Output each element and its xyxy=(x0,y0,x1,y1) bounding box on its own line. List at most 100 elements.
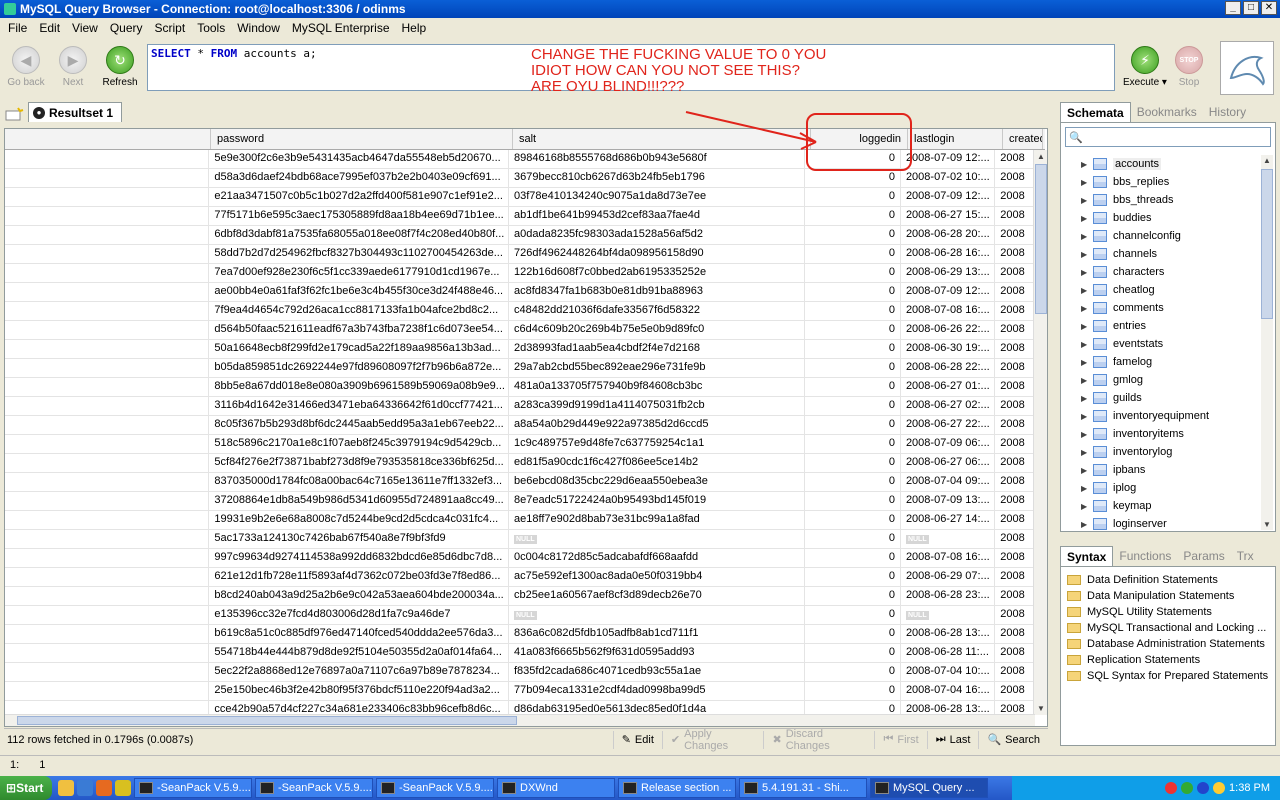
table-cell[interactable]: 2008 xyxy=(995,549,1036,567)
table-cell[interactable]: 2008 xyxy=(995,587,1036,605)
table-cell[interactable]: 0 xyxy=(805,378,901,396)
table-cell[interactable] xyxy=(5,625,210,643)
table-cell[interactable] xyxy=(5,435,210,453)
expand-arrow-icon[interactable]: ▶ xyxy=(1067,322,1087,331)
start-button[interactable]: ⊞ Start xyxy=(0,776,52,800)
table-cell[interactable]: 0 xyxy=(805,587,901,605)
next-button[interactable]: ▶ Next xyxy=(51,46,95,88)
table-cell[interactable]: c48482dd21036f6dafe33567f6d58322 xyxy=(509,302,805,320)
table-cell[interactable] xyxy=(5,340,210,358)
table-cell[interactable]: ac8fd8347fa1b683b0e81db91ba88963 xyxy=(509,283,805,301)
table-cell[interactable]: 0c004c8172d85c5adcabafdf668aafdd xyxy=(509,549,805,567)
menu-help[interactable]: Help xyxy=(396,21,433,35)
table-cell[interactable]: 0 xyxy=(805,321,901,339)
schema-table-item[interactable]: ▶ keymap xyxy=(1067,497,1257,515)
table-cell[interactable] xyxy=(5,359,210,377)
expand-arrow-icon[interactable]: ▶ xyxy=(1067,250,1087,259)
column-header-createdat[interactable]: createda xyxy=(1003,129,1043,149)
schema-table-item[interactable]: ▶ loginserver xyxy=(1067,515,1257,533)
expand-arrow-icon[interactable]: ▶ xyxy=(1067,520,1087,529)
table-cell[interactable]: 2008-06-26 22:... xyxy=(901,321,996,339)
grid-horizontal-scrollbar[interactable] xyxy=(5,714,1035,726)
table-cell[interactable]: 837035000d1784fc08a00bac64c7165e13611e7f… xyxy=(209,473,509,491)
grid-vertical-scrollbar[interactable]: ▲ ▼ xyxy=(1033,150,1047,715)
schema-table-item[interactable]: ▶ bbs_replies xyxy=(1067,173,1257,191)
table-cell[interactable]: ed81f5a90cdc1f6c427f086ee5ce14b2 xyxy=(509,454,805,472)
table-cell[interactable] xyxy=(5,454,210,472)
table-cell[interactable]: NULL xyxy=(509,530,805,548)
table-cell[interactable]: a283ca399d9199d1a4114075031fb2cb xyxy=(509,397,805,415)
table-cell[interactable]: 2008 xyxy=(995,473,1036,491)
menu-edit[interactable]: Edit xyxy=(33,21,66,35)
table-cell[interactable]: 2008 xyxy=(995,340,1036,358)
schema-table-item[interactable]: ▶ accounts xyxy=(1067,155,1257,173)
schema-table-item[interactable]: ▶ bbs_threads xyxy=(1067,191,1257,209)
schema-table-item[interactable]: ▶ iplog xyxy=(1067,479,1257,497)
taskbar-task-button[interactable]: -SeanPack V.5.9.... xyxy=(134,778,252,798)
hscroll-thumb[interactable] xyxy=(17,716,517,725)
table-cell[interactable]: 0 xyxy=(805,188,901,206)
table-row[interactable]: 37208864e1db8a549b986d5341d60955d724891a… xyxy=(5,492,1036,511)
table-cell[interactable] xyxy=(5,492,210,510)
table-row[interactable]: 5e9e300f2c6e3b9e5431435acb4647da55548eb5… xyxy=(5,150,1036,169)
table-cell[interactable]: 0 xyxy=(805,549,901,567)
table-cell[interactable]: cb25ee1a60567aef8cf3d89decb26e70 xyxy=(509,587,805,605)
schema-table-item[interactable]: ▶ comments xyxy=(1067,299,1257,317)
table-row[interactable]: 837035000d1784fc08a00bac64c7165e13611e7f… xyxy=(5,473,1036,492)
table-cell[interactable]: 2008-07-09 13:... xyxy=(901,492,996,510)
taskbar-task-button[interactable]: -SeanPack V.5.9.... xyxy=(255,778,373,798)
quicklaunch-icon-2[interactable] xyxy=(77,780,93,796)
table-row[interactable]: e135396cc32e7fcd4d803006d28d1fa7c9a46de7… xyxy=(5,606,1036,625)
table-row[interactable]: 5ec22f2a8868ed12e76897a0a71107c6a97b89e7… xyxy=(5,663,1036,682)
table-row[interactable]: d564b50faac521611eadf67a3b743fba7238f1c6… xyxy=(5,321,1036,340)
table-cell[interactable]: 2008 xyxy=(995,321,1036,339)
quicklaunch-icon-4[interactable] xyxy=(115,780,131,796)
table-row[interactable]: 554718b44e444b879d8de92f5104e50355d2a0af… xyxy=(5,644,1036,663)
table-cell[interactable]: 2008-07-09 12:... xyxy=(901,283,996,301)
syntax-item[interactable]: SQL Syntax for Prepared Statements xyxy=(1061,668,1275,684)
table-cell[interactable] xyxy=(5,473,210,491)
tray-icon[interactable] xyxy=(1165,782,1178,794)
menu-window[interactable]: Window xyxy=(231,21,286,35)
schema-table-item[interactable]: ▶ cheatlog xyxy=(1067,281,1257,299)
table-cell[interactable]: 2008-06-29 07:... xyxy=(901,568,996,586)
table-row[interactable]: 8bb5e8a67dd018e8e080a3909b6961589b59069a… xyxy=(5,378,1036,397)
taskbar-task-button[interactable]: DXWnd xyxy=(497,778,615,798)
table-cell[interactable] xyxy=(5,644,210,662)
table-cell[interactable]: 0 xyxy=(805,530,901,548)
expand-arrow-icon[interactable]: ▶ xyxy=(1067,358,1087,367)
table-cell[interactable]: 2008-06-27 15:... xyxy=(901,207,996,225)
table-cell[interactable]: 77f5171b6e595c3aec175305889fd8aa18b4ee69… xyxy=(209,207,509,225)
table-cell[interactable]: 2008-07-02 10:... xyxy=(901,169,996,187)
table-cell[interactable]: 2008 xyxy=(995,644,1036,662)
table-cell[interactable]: 0 xyxy=(805,454,901,472)
table-cell[interactable]: 0 xyxy=(805,511,901,529)
syntax-item[interactable]: Database Administration Statements xyxy=(1061,636,1275,652)
table-cell[interactable]: 8c05f367b5b293d8bf6dc2445aab5edd95a3a1eb… xyxy=(209,416,509,434)
table-row[interactable]: 50a16648ecb8f299fd2e179cad5a22f189aa9856… xyxy=(5,340,1036,359)
table-cell[interactable]: 2008 xyxy=(995,511,1036,529)
expand-arrow-icon[interactable]: ▶ xyxy=(1067,412,1087,421)
tab-functions[interactable]: Functions xyxy=(1113,546,1177,566)
table-cell[interactable]: 0 xyxy=(805,682,901,700)
table-row[interactable]: b05da859851dc2692244e97fd89608097f2f7b96… xyxy=(5,359,1036,378)
table-cell[interactable]: 2008 xyxy=(995,188,1036,206)
quicklaunch-icon-1[interactable] xyxy=(58,780,74,796)
table-cell[interactable]: 2008-07-09 12:... xyxy=(901,150,996,168)
expand-arrow-icon[interactable]: ▶ xyxy=(1067,394,1087,403)
table-cell[interactable]: 2008-07-04 10:... xyxy=(901,663,996,681)
table-cell[interactable]: 5ec22f2a8868ed12e76897a0a71107c6a97b89e7… xyxy=(209,663,509,681)
table-cell[interactable]: 0 xyxy=(805,359,901,377)
menu-view[interactable]: View xyxy=(66,21,104,35)
table-cell[interactable]: NULL xyxy=(509,606,805,624)
expand-arrow-icon[interactable]: ▶ xyxy=(1067,484,1087,493)
table-cell[interactable]: 2008 xyxy=(995,150,1036,168)
table-cell[interactable]: 0 xyxy=(805,340,901,358)
table-row[interactable]: 7f9ea4d4654c792d26aca1cc8817133fa1b04afc… xyxy=(5,302,1036,321)
quicklaunch-icon-3[interactable] xyxy=(96,780,112,796)
schema-table-item[interactable]: ▶ eventstats xyxy=(1067,335,1257,353)
table-cell[interactable]: 2008-07-04 16:... xyxy=(901,682,996,700)
table-cell[interactable]: 2008 xyxy=(995,435,1036,453)
schema-table-item[interactable]: ▶ inventoryequipment xyxy=(1067,407,1257,425)
expand-arrow-icon[interactable]: ▶ xyxy=(1067,502,1087,511)
